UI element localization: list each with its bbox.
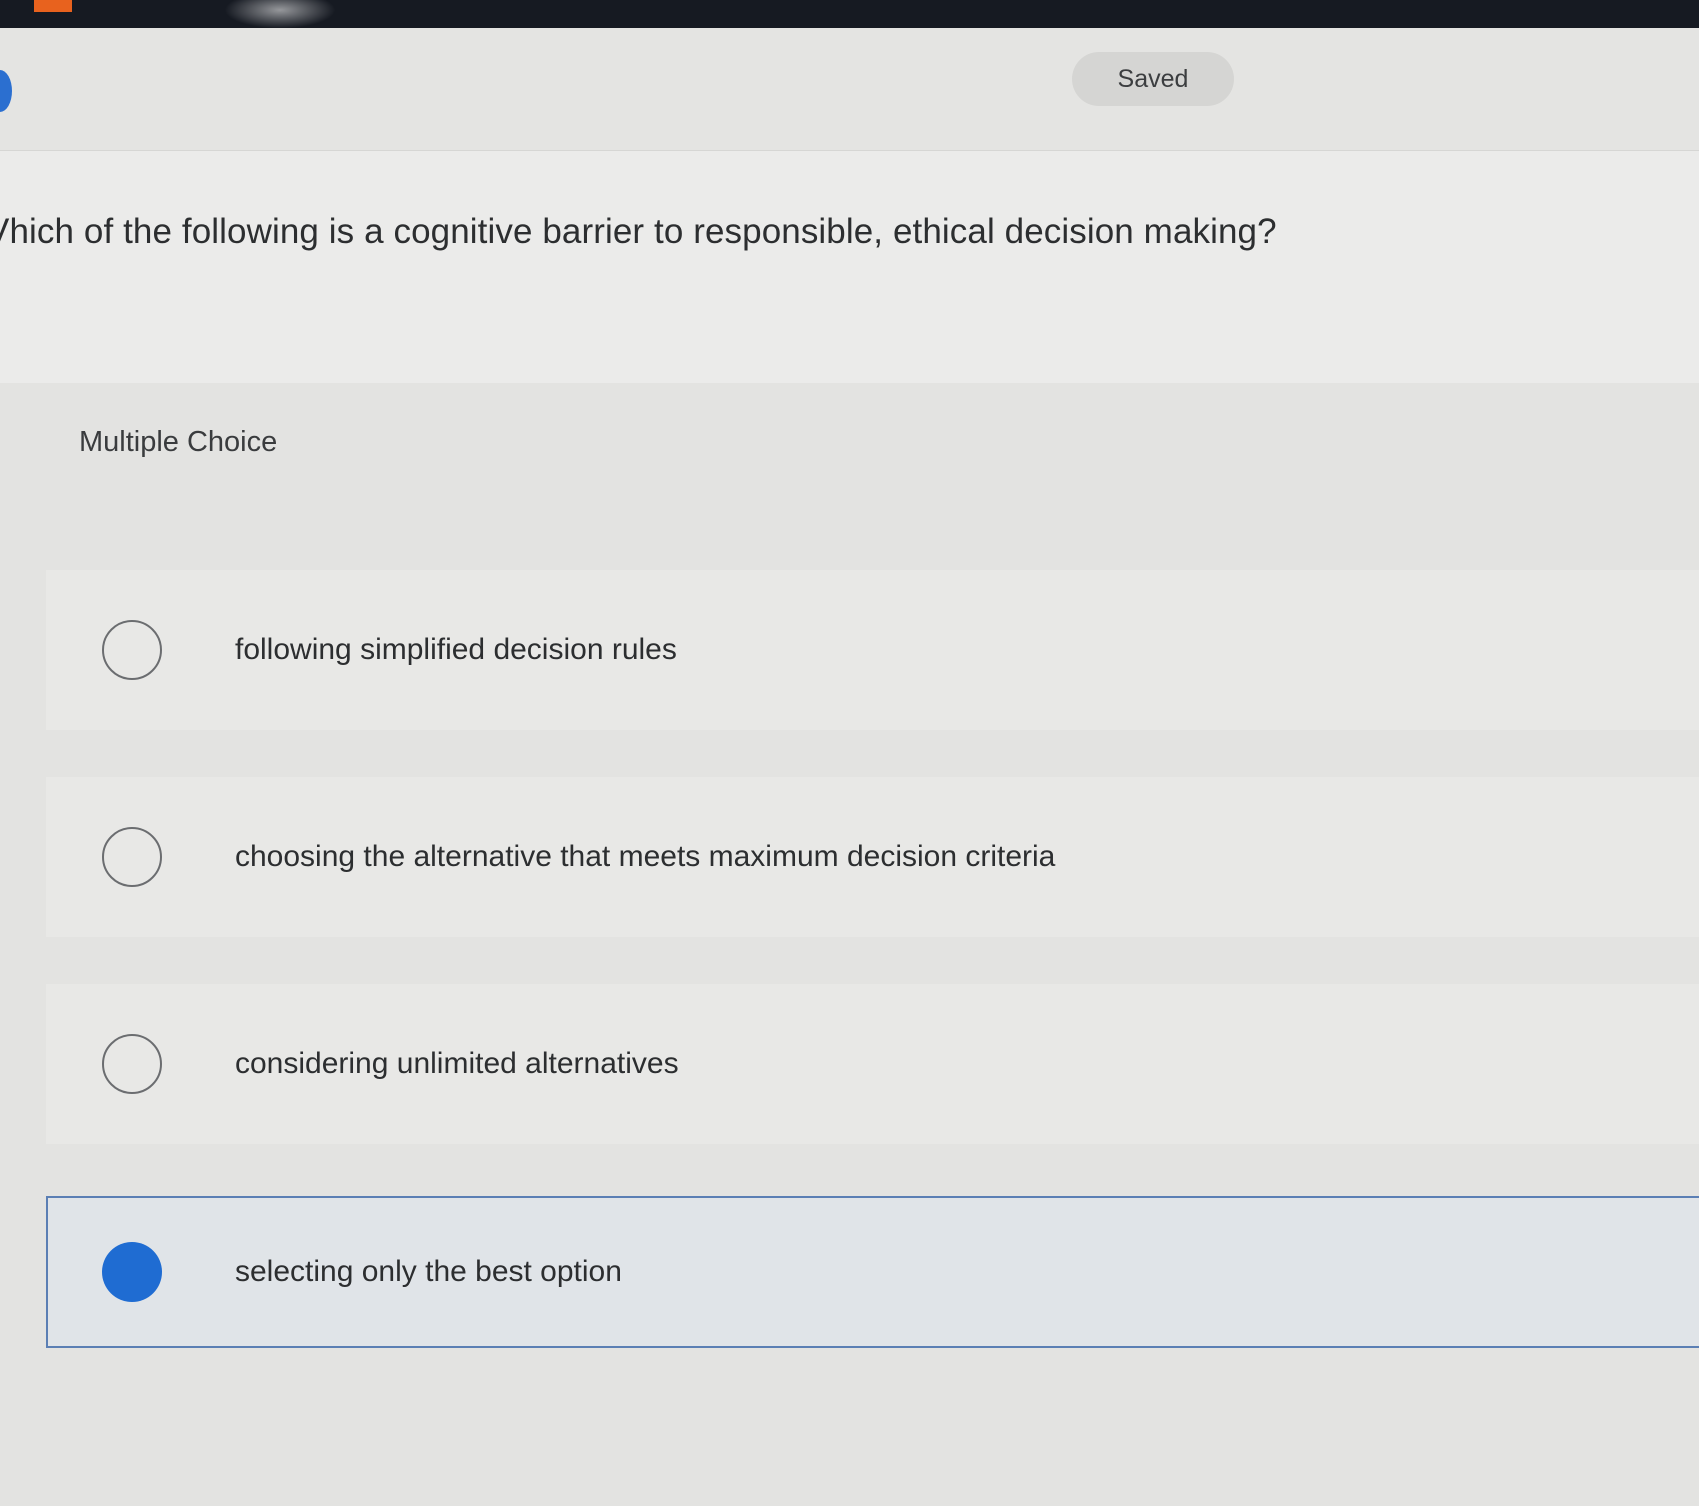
question-panel [0,151,1699,383]
question-prompt: Vhich of the following is a cognitive ba… [0,212,1277,251]
radio-button-icon[interactable] [102,1034,162,1094]
answer-option-1[interactable]: following simplified decision rules [46,570,1699,730]
answer-option-label: selecting only the best option [235,1255,622,1288]
browser-top-bar [0,0,1699,28]
answer-option-label: following simplified decision rules [235,633,677,666]
radio-button-selected-icon[interactable] [102,1242,162,1302]
radio-button-icon[interactable] [102,620,162,680]
question-type-label: Multiple Choice [79,426,278,458]
saved-status-badge: Saved [1072,52,1234,106]
screen-glare [220,0,340,28]
answer-option-label: considering unlimited alternatives [235,1047,679,1080]
quiz-header [0,28,1699,151]
app-tab-icon[interactable] [34,0,72,12]
answer-option-label: choosing the alternative that meets maxi… [235,840,1056,873]
answer-option-4[interactable]: selecting only the best option [46,1196,1699,1348]
radio-button-icon[interactable] [102,827,162,887]
answer-option-3[interactable]: considering unlimited alternatives [46,984,1699,1144]
answer-option-2[interactable]: choosing the alternative that meets maxi… [46,777,1699,937]
